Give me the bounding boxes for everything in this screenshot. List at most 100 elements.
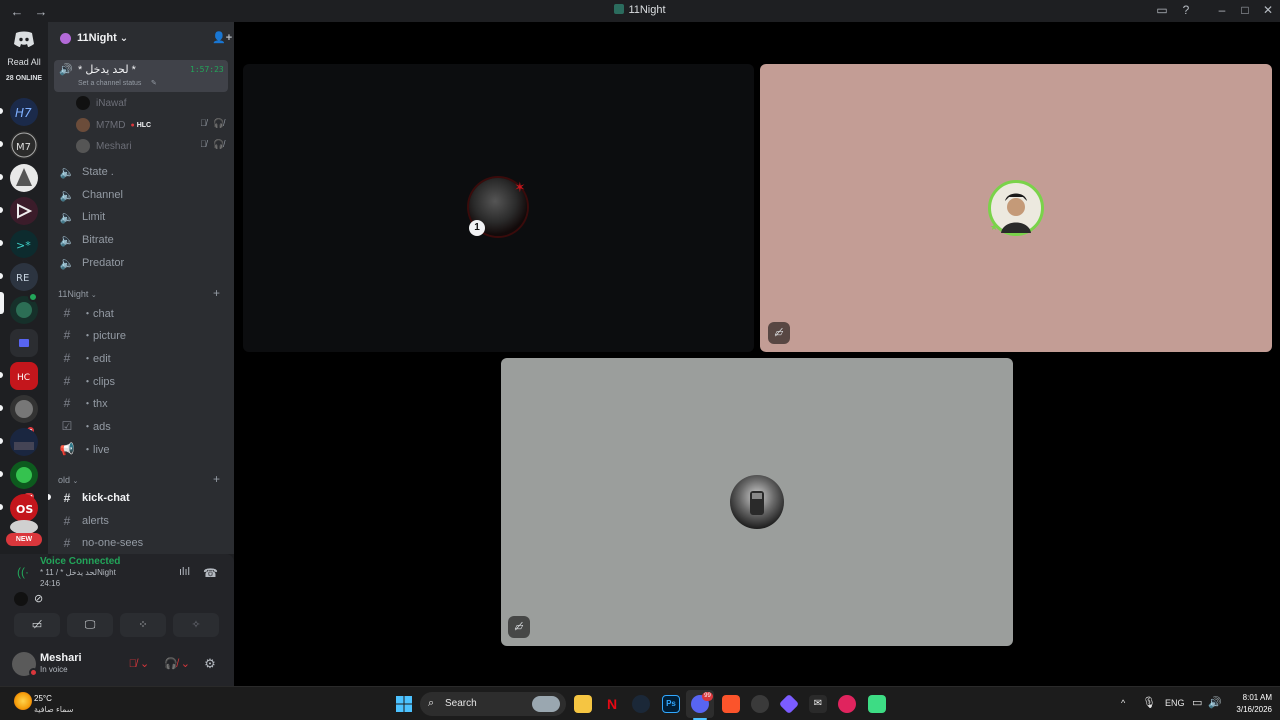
search-box[interactable]: ⌕ Search — [420, 692, 566, 716]
participant-tile[interactable]: ★ ▱̸ — [760, 64, 1272, 352]
deafen-toggle-button[interactable]: 🎧̸ ⌄ — [160, 652, 194, 676]
connection-signal-icon[interactable]: ((· — [17, 565, 29, 579]
text-channel-unread[interactable]: # kick-chat — [54, 488, 228, 508]
chevron-up-icon[interactable]: ^ — [1121, 698, 1125, 708]
soundboard-button[interactable]: ✧ — [173, 613, 219, 637]
hash-icon: # — [63, 514, 71, 528]
network-icon[interactable]: ▭ — [1192, 696, 1202, 709]
mute-toggle-button[interactable]: 🎙̸ ⌄ — [122, 652, 156, 676]
inbox-icon[interactable]: ▭ — [1154, 3, 1170, 17]
steam-icon[interactable] — [632, 695, 650, 713]
server-icon[interactable] — [10, 197, 38, 225]
search-label: Search — [445, 698, 477, 709]
user-name[interactable]: Meshari — [40, 652, 82, 664]
netflix-icon[interactable]: N — [603, 695, 621, 713]
server-icon[interactable] — [10, 428, 38, 456]
text-channel[interactable]: ☑ ・ads — [54, 416, 228, 436]
discord-home-icon[interactable] — [12, 30, 36, 48]
text-channel[interactable]: # ・chat — [54, 303, 228, 323]
server-icon[interactable]: HC — [10, 362, 38, 390]
create-channel-icon[interactable]: + — [213, 286, 220, 300]
voice-timer: 1:57:23 — [190, 65, 224, 74]
weather-icon[interactable] — [14, 692, 32, 710]
clock-time[interactable]: 8:01 AM — [1232, 693, 1272, 702]
voice-user[interactable]: Meshari — [76, 136, 132, 156]
server-icon[interactable]: >* — [10, 230, 38, 258]
settings-gear-icon[interactable]: ⚙ — [199, 652, 221, 676]
read-all-button[interactable]: Read All — [0, 57, 48, 67]
windows-taskbar: 25°C سماء صافية ⌕ Search N Ps 99 ✉ ^ 🎙 E… — [0, 686, 1280, 720]
noise-suppression-icon[interactable]: ılıl — [179, 566, 190, 578]
pencil-icon[interactable]: ✎ — [151, 79, 157, 87]
activities-button[interactable]: ⁘ — [120, 613, 166, 637]
server-icon[interactable]: H7 — [10, 98, 38, 126]
text-channel[interactable]: # no-one-sees — [54, 533, 228, 553]
server-icon[interactable]: OS — [10, 494, 38, 522]
volume-icon[interactable]: 🔊 — [1208, 696, 1222, 709]
text-channel[interactable]: # ・edit — [54, 348, 228, 368]
text-channel[interactable]: # alerts — [54, 511, 228, 531]
category-name: 11Night — [58, 289, 89, 299]
category-header[interactable]: 11Night ⌄ — [58, 289, 97, 299]
voice-channel-name: * لحد يدخل * — [78, 64, 136, 76]
screen-share-button[interactable]: 🖵 — [67, 613, 113, 637]
category-header[interactable]: old ⌄ — [58, 475, 78, 485]
disconnect-icon[interactable]: ☎ — [203, 566, 218, 580]
server-icon[interactable]: M7 — [10, 131, 38, 159]
app-icon[interactable] — [838, 695, 856, 713]
minimize-icon[interactable]: – — [1214, 3, 1230, 17]
server-icon[interactable] — [10, 164, 38, 192]
voice-channel-active[interactable]: 🔊 * لحد يدخل * 1:57:23 Set a channel sta… — [54, 60, 228, 92]
voice-channel[interactable]: 🔈 Channel — [54, 185, 228, 205]
channel-status-hint[interactable]: Set a channel status — [78, 80, 141, 87]
voice-connected-status[interactable]: Voice Connected — [40, 556, 120, 567]
windows-start-icon[interactable] — [396, 696, 412, 712]
close-icon[interactable]: ✕ — [1260, 3, 1276, 17]
participant-tile[interactable]: ▱̸ — [501, 358, 1013, 646]
voice-connected-channel[interactable]: * 11 / * لحد يدخلNight — [40, 568, 116, 577]
photoshop-icon[interactable]: Ps — [662, 695, 680, 713]
language-indicator[interactable]: ENG — [1165, 698, 1185, 708]
mail-icon[interactable]: ✉ — [809, 695, 827, 713]
voice-channel[interactable]: 🔈 Limit — [54, 207, 228, 227]
forward-arrow-icon[interactable]: → — [34, 4, 48, 19]
app-icon[interactable] — [751, 695, 769, 713]
folder-icon[interactable] — [10, 329, 38, 357]
voice-channel[interactable]: 🔈 State . — [54, 162, 228, 182]
weather-temp[interactable]: 25°C — [34, 694, 52, 703]
server-icon[interactable]: RE — [10, 263, 38, 291]
server-icon[interactable] — [10, 461, 38, 489]
participant-avatar — [730, 475, 784, 529]
text-channel[interactable]: # ・picture — [54, 325, 228, 345]
text-channel[interactable]: # ・clips — [54, 371, 228, 391]
text-channel[interactable]: # ・thx — [54, 393, 228, 413]
camera-off-button[interactable]: ▭̸ — [14, 613, 60, 637]
unread-pill — [0, 240, 3, 246]
voice-user[interactable]: M7MD ● HLC — [76, 115, 151, 135]
voice-user[interactable]: iNawaf — [76, 93, 127, 113]
voice-channel[interactable]: 🔈 Predator — [54, 253, 228, 273]
file-explorer-icon[interactable] — [574, 695, 592, 713]
speaker-icon: 🔈 — [59, 256, 75, 270]
server-icon[interactable] — [10, 520, 38, 534]
android-icon[interactable] — [868, 695, 886, 713]
announcement-channel[interactable]: 📢 ・live — [54, 439, 228, 459]
voice-elapsed: 24:16 — [40, 579, 61, 588]
help-icon[interactable]: ? — [1178, 3, 1194, 17]
back-arrow-icon[interactable]: ← — [10, 4, 24, 19]
app-icon[interactable] — [778, 693, 800, 715]
video-off-icon: ▱̸ — [768, 322, 790, 344]
maximize-icon[interactable]: □ — [1237, 3, 1253, 17]
create-channel-icon[interactable]: + — [213, 472, 220, 486]
guild-header[interactable]: 11Night ⌄ 👤+ — [48, 22, 234, 54]
voice-channel[interactable]: 🔈 Bitrate — [54, 230, 228, 250]
microphone-icon[interactable]: 🎙 — [1142, 696, 1156, 709]
invite-people-icon[interactable]: 👤+ — [212, 31, 232, 44]
new-unreads-badge[interactable]: NEW — [6, 533, 42, 546]
clock-date[interactable]: 3/16/2026 — [1226, 705, 1272, 714]
server-icon[interactable] — [10, 395, 38, 423]
brave-icon[interactable] — [722, 695, 740, 713]
participant-tile[interactable]: ✶ 1 — [243, 64, 754, 352]
hash-icon: # — [63, 396, 71, 410]
hash-icon: # — [63, 306, 71, 320]
